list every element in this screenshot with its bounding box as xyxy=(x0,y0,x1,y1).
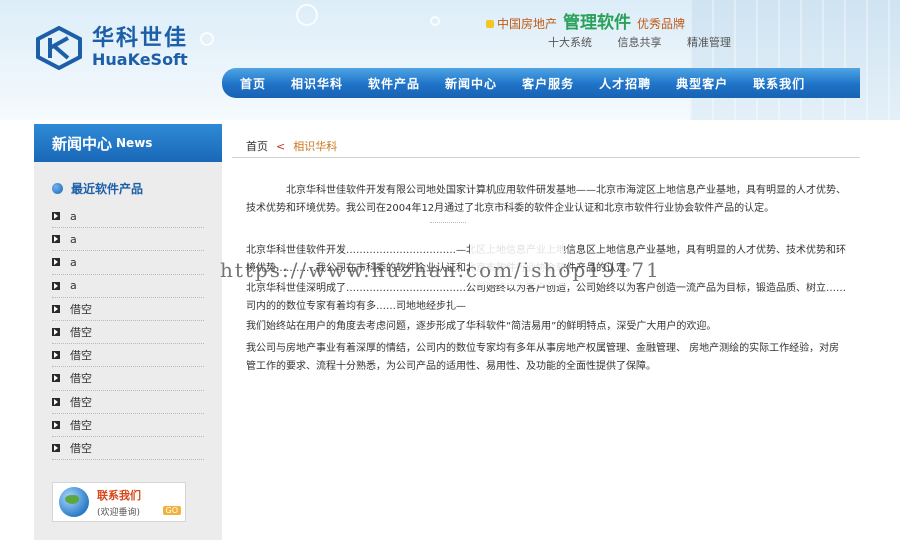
globe-icon xyxy=(59,487,89,517)
decor-bubble xyxy=(430,16,440,26)
sidebar-item-label: 借空 xyxy=(70,372,92,386)
nav-item-products[interactable]: 软件产品 xyxy=(368,75,420,92)
breadcrumb-home[interactable]: 首页 xyxy=(246,138,268,154)
sidebar-item-label: 借空 xyxy=(70,349,92,363)
breadcrumb-separator: < xyxy=(276,139,286,153)
nav-item-jobs[interactable]: 人才招聘 xyxy=(599,75,651,92)
sidebar-list-item[interactable]: 借空 xyxy=(52,367,204,391)
sidebar-item-label: a xyxy=(70,209,77,223)
nav-item-service[interactable]: 客户服务 xyxy=(522,75,574,92)
sidebar-list-item[interactable]: 借空 xyxy=(52,298,204,321)
arrow-right-icon xyxy=(52,304,60,313)
sidebar-item-label: a xyxy=(70,255,77,269)
sidebar-list-item[interactable]: a xyxy=(52,205,204,229)
content-paragraph-5: 我公司与房地产事业有着深厚的情结，公司内的数位专家均有多年从事房地产权属管理、金… xyxy=(246,343,840,372)
watermark-text: https://www.huzhan.com/ishop19171 xyxy=(220,258,661,282)
sidebar-item-label: 借空 xyxy=(70,326,92,340)
slogan: 中国房地产 管理软件 优秀品牌 xyxy=(486,8,685,33)
breadcrumb: 首页 < 相识华科 xyxy=(246,138,337,154)
sub-slogan-item: 十大系统 xyxy=(548,36,592,49)
breadcrumb-divider xyxy=(232,157,860,158)
decor-bubble xyxy=(200,32,214,46)
main-nav: 首页 相识华科 软件产品 新闻中心 客户服务 人才招聘 典型客户 联系我们 xyxy=(222,68,860,98)
sidebar-title-cn: 新闻中心 xyxy=(52,134,113,153)
dotted-divider xyxy=(430,222,466,223)
sidebar-list-item[interactable]: 借空 xyxy=(52,414,204,437)
sub-slogan: 十大系统 信息共享 精准管理 xyxy=(548,34,743,50)
arrow-right-icon xyxy=(52,397,60,406)
arrow-right-icon xyxy=(52,235,60,244)
sidebar-item-label: a xyxy=(70,232,77,246)
sidebar-item-label: a xyxy=(70,279,77,293)
logo-mark-icon xyxy=(34,25,84,71)
sidebar: 新闻中心 News 最近软件产品 a a a a 借空 借空 借空 借空 借空 … xyxy=(34,124,222,540)
arrow-right-icon xyxy=(52,443,60,452)
sidebar-item-label: 借空 xyxy=(70,441,92,455)
sidebar-list: a a a a 借空 借空 借空 借空 借空 借空 借空 xyxy=(52,205,204,461)
sidebar-item-label: 借空 xyxy=(70,395,92,409)
arrow-right-icon xyxy=(52,351,60,360)
sidebar-list-item[interactable]: a xyxy=(52,275,204,298)
nav-item-news[interactable]: 新闻中心 xyxy=(445,75,497,92)
header: 华科世佳 HuaKeSoft 中国房地产 管理软件 优秀品牌 十大系统 信息共享… xyxy=(0,0,900,120)
sidebar-section-label: 最近软件产品 xyxy=(71,182,144,196)
contact-subtitle: (欢迎垂询) xyxy=(97,507,141,518)
nav-item-contact[interactable]: 联系我们 xyxy=(753,75,805,92)
arrow-right-icon xyxy=(52,374,60,383)
arrow-right-icon xyxy=(52,212,60,221)
sidebar-list-item[interactable]: 借空 xyxy=(52,391,204,414)
arrow-right-icon xyxy=(52,420,60,429)
content-paragraph-3: 北京华科世佳深明成了………………………………公司始终以为客户创造，公司始终以为客… xyxy=(246,283,846,312)
sidebar-item-label: 借空 xyxy=(70,302,92,316)
slogan-part3: 优秀品牌 xyxy=(637,17,686,31)
sidebar-section: 最近软件产品 xyxy=(52,180,222,197)
main-content: 首页 < 相识华科 北京华科世佳软件开发有限公司地处国家计算机应用软件研发基地—… xyxy=(232,124,860,540)
sub-slogan-item: 信息共享 xyxy=(617,36,662,49)
sidebar-list-item[interactable]: 借空 xyxy=(52,437,204,461)
bullet-ball-icon xyxy=(52,183,63,194)
arrow-right-icon xyxy=(52,281,60,290)
go-tag: GO xyxy=(162,506,181,515)
slogan-square-icon xyxy=(486,20,494,28)
breadcrumb-current: 相识华科 xyxy=(293,140,338,153)
contact-us-banner[interactable]: 联系我们 (欢迎垂询) GO xyxy=(52,482,186,522)
contact-title: 联系我们 xyxy=(97,488,141,502)
sidebar-list-item[interactable]: a xyxy=(52,228,204,252)
content-paragraph-1: 北京华科世佳软件开发有限公司地处国家计算机应用软件研发基地——北京市海淀区上地信… xyxy=(246,185,846,214)
logo[interactable]: 华科世佳 HuaKeSoft xyxy=(34,25,189,71)
sidebar-title-en: News xyxy=(116,136,153,150)
header-chart-background xyxy=(690,0,900,120)
sidebar-list-item[interactable]: a xyxy=(52,251,204,275)
sidebar-header: 新闻中心 News xyxy=(34,124,222,162)
sidebar-list-item[interactable]: 借空 xyxy=(52,321,204,345)
content-paragraph-4: 我们始终站在用户的角度去考虑问题，逐步形成了华科软件“简洁易用”的鲜明特点，深受… xyxy=(246,321,717,332)
sidebar-list-item[interactable]: 借空 xyxy=(52,344,204,368)
nav-item-clients[interactable]: 典型客户 xyxy=(676,75,728,92)
arrow-right-icon xyxy=(52,328,60,337)
sidebar-item-label: 借空 xyxy=(70,418,92,432)
logo-name-en: HuaKeSoft xyxy=(92,50,188,69)
arrow-right-icon xyxy=(52,258,60,267)
slogan-part1: 中国房地产 xyxy=(497,17,558,31)
logo-name-cn: 华科世佳 xyxy=(92,26,189,51)
nav-item-about[interactable]: 相识华科 xyxy=(291,75,343,92)
sub-slogan-item: 精准管理 xyxy=(687,36,731,49)
nav-item-home[interactable]: 首页 xyxy=(240,75,266,92)
decor-bubble xyxy=(296,4,318,26)
slogan-part2: 管理软件 xyxy=(563,13,632,33)
